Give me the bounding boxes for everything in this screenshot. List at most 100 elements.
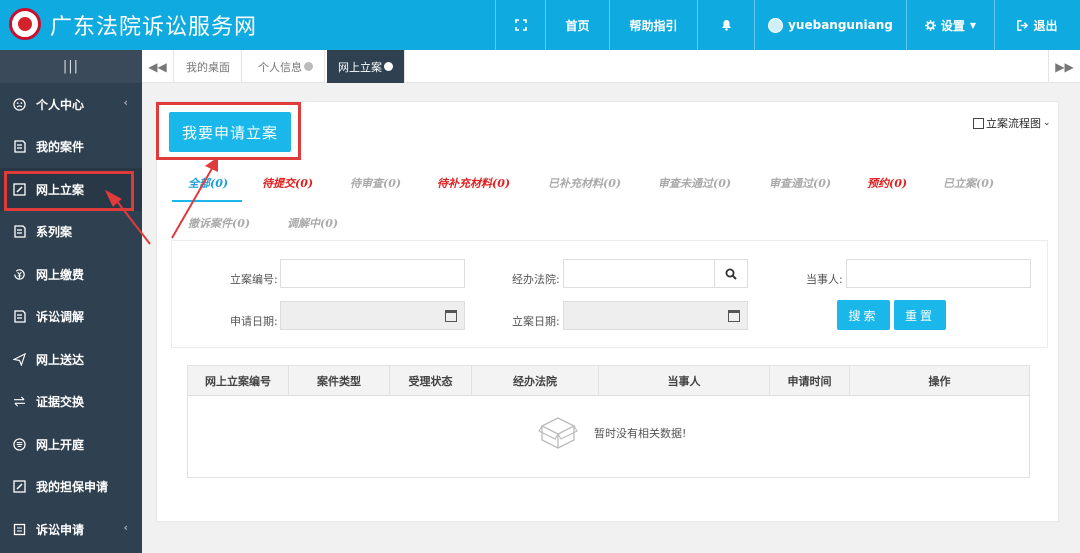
sidebar-item-online-payment[interactable]: 网上缴费 bbox=[0, 253, 142, 296]
status-tab-pending-submit[interactable]: 待提交(0) bbox=[262, 175, 313, 191]
search-form bbox=[171, 240, 1048, 348]
home-link[interactable]: 首页 bbox=[545, 0, 609, 50]
case-no-label: 立案编号: bbox=[230, 273, 278, 286]
sidebar-item-my-cases[interactable]: 我的案件 bbox=[0, 126, 142, 169]
sidebar: ||| 个人中心 ‹ 我的案件 网上立案 系列案 网上缴费 诉讼调解 网上送达 … bbox=[0, 50, 142, 553]
flowchart-label: 立案流程图 bbox=[986, 117, 1041, 130]
smiley-icon bbox=[12, 97, 27, 112]
double-right-icon: ▶▶ bbox=[1055, 59, 1074, 74]
exchange-icon bbox=[12, 394, 27, 409]
sidebar-item-online-hearing[interactable]: 网上开庭 bbox=[0, 423, 142, 466]
filing-flowchart-link[interactable]: 立案流程图 ⌄ bbox=[973, 115, 1051, 131]
status-tab-all[interactable]: 全部(0) bbox=[188, 175, 228, 191]
column-header: 当事人 bbox=[599, 366, 770, 396]
sidebar-toggle-button[interactable]: ||| bbox=[0, 50, 142, 83]
highlight-box-sidebar bbox=[4, 171, 134, 211]
document-icon bbox=[12, 224, 27, 239]
double-left-icon: ◀◀ bbox=[148, 59, 167, 74]
sidebar-item-label: 个人中心 bbox=[36, 97, 85, 112]
column-header: 操作 bbox=[928, 375, 951, 388]
court-input[interactable] bbox=[563, 259, 748, 288]
apply-date-input[interactable] bbox=[280, 301, 465, 330]
help-label: 帮助指引 bbox=[629, 18, 678, 33]
empty-text: 暂时没有相关数据! bbox=[594, 427, 687, 440]
empty-state: 暂时没有相关数据! bbox=[538, 416, 686, 450]
results-table: 网上立案编号 案件类型 受理状态 经办法院 当事人 申请时间 操作 暂时没有相关… bbox=[187, 365, 1030, 478]
sidebar-item-label: 网上送达 bbox=[36, 352, 85, 367]
status-tab-need-materials[interactable]: 待补充材料(0) bbox=[437, 175, 510, 191]
column-header: 网上立案编号 bbox=[188, 366, 289, 396]
search-button[interactable]: 搜索 bbox=[837, 300, 890, 330]
status-tab-mediating[interactable]: 调解中(0) bbox=[287, 215, 338, 231]
sidebar-item-online-delivery[interactable]: 网上送达 bbox=[0, 338, 142, 381]
tab-online-filing[interactable]: 网上立案 bbox=[327, 50, 405, 83]
logout-label: 退出 bbox=[1033, 18, 1058, 33]
fullscreen-icon bbox=[514, 19, 527, 31]
column-header: 经办法院 bbox=[472, 366, 599, 396]
status-tab-materials-added[interactable]: 已补充材料(0) bbox=[548, 175, 621, 191]
sidebar-item-series-cases[interactable]: 系列案 bbox=[0, 211, 142, 254]
status-tab-appointment[interactable]: 预约(0) bbox=[867, 175, 907, 191]
sidebar-item-guarantee[interactable]: 我的担保申请 bbox=[0, 466, 142, 509]
filing-date-input[interactable] bbox=[563, 301, 748, 330]
sidebar-item-evidence-exchange[interactable]: 证据交换 bbox=[0, 381, 142, 424]
sidebar-item-label: 网上开庭 bbox=[36, 437, 85, 452]
tab-label: 个人信息 bbox=[258, 60, 302, 74]
case-no-input[interactable] bbox=[280, 259, 465, 288]
calendar-icon bbox=[445, 310, 457, 322]
notifications-button[interactable] bbox=[697, 0, 754, 50]
tab-personal-info[interactable]: 个人信息 bbox=[247, 50, 325, 83]
sidebar-item-label: 系列案 bbox=[36, 225, 73, 240]
status-tab-withdrawn[interactable]: 撤诉案件(0) bbox=[188, 215, 250, 231]
sidebar-item-litigation-application[interactable]: 诉讼申请 ‹ bbox=[0, 508, 142, 551]
user-avatar bbox=[768, 17, 784, 33]
sidebar-item-label: 我的担保申请 bbox=[36, 480, 109, 495]
payment-icon bbox=[12, 267, 27, 282]
form-icon bbox=[12, 522, 27, 537]
chevron-left-icon: ‹ bbox=[123, 521, 128, 534]
username: yuebanguniang bbox=[788, 18, 893, 32]
top-header: 广东法院诉讼服务网 首页 帮助指引 yuebanguniang 设置 ▼ 退出 bbox=[0, 0, 1080, 50]
sidebar-item-label: 我的案件 bbox=[36, 140, 85, 155]
court-search-button[interactable] bbox=[714, 260, 747, 287]
status-tab-review-passed[interactable]: 审查通过(0) bbox=[769, 175, 831, 191]
settings-menu[interactable]: 设置 ▼ bbox=[906, 0, 994, 50]
search-icon bbox=[725, 268, 737, 280]
logout-icon bbox=[1017, 19, 1029, 31]
sidebar-item-label: 证据交换 bbox=[36, 395, 85, 410]
empty-box-icon bbox=[538, 417, 578, 449]
logout-button[interactable]: 退出 bbox=[994, 0, 1080, 50]
fullscreen-button[interactable] bbox=[495, 0, 545, 50]
table-header: 网上立案编号 案件类型 受理状态 经办法院 当事人 申请时间 操作 bbox=[188, 366, 1029, 396]
user-menu[interactable]: yuebanguniang bbox=[754, 0, 906, 50]
column-header: 申请时间 bbox=[770, 366, 850, 396]
tab-my-desktop[interactable]: 我的桌面 bbox=[175, 50, 242, 83]
page-tab-bar: ◀◀ 我的桌面 个人信息 网上立案 ▶▶ bbox=[142, 50, 1080, 83]
column-header: 受理状态 bbox=[390, 366, 472, 396]
sidebar-item-mediation[interactable]: 诉讼调解 bbox=[0, 296, 142, 339]
sidebar-item-personal-center[interactable]: 个人中心 ‹ bbox=[0, 83, 142, 126]
column-header: 案件类型 bbox=[289, 366, 390, 396]
document-icon bbox=[12, 309, 27, 324]
apply-date-label: 申请日期: bbox=[230, 315, 278, 328]
party-input[interactable] bbox=[846, 259, 1031, 288]
site-title: 广东法院诉讼服务网 bbox=[50, 15, 258, 40]
settings-label: 设置 bbox=[940, 18, 965, 33]
sidebar-item-label: 网上缴费 bbox=[36, 267, 85, 282]
status-tab-pending-review[interactable]: 待审查(0) bbox=[350, 175, 401, 191]
document-icon bbox=[12, 139, 27, 154]
reset-button[interactable]: 重置 bbox=[894, 300, 946, 330]
help-link[interactable]: 帮助指引 bbox=[609, 0, 697, 50]
close-tab-icon[interactable] bbox=[304, 62, 313, 71]
sidebar-item-label: 诉讼调解 bbox=[36, 310, 85, 325]
scroll-tabs-right-button[interactable]: ▶▶ bbox=[1048, 50, 1080, 83]
home-label: 首页 bbox=[565, 18, 590, 33]
calendar-icon bbox=[728, 310, 740, 322]
image-icon bbox=[973, 117, 984, 129]
status-tab-review-failed[interactable]: 审查未通过(0) bbox=[658, 175, 731, 191]
chevron-down-icon: ⌄ bbox=[1043, 118, 1051, 128]
court-label: 经办法院: bbox=[512, 273, 560, 286]
status-tab-filed[interactable]: 已立案(0) bbox=[943, 175, 994, 191]
close-tab-icon[interactable] bbox=[384, 62, 393, 71]
scroll-tabs-left-button[interactable]: ◀◀ bbox=[142, 50, 174, 83]
